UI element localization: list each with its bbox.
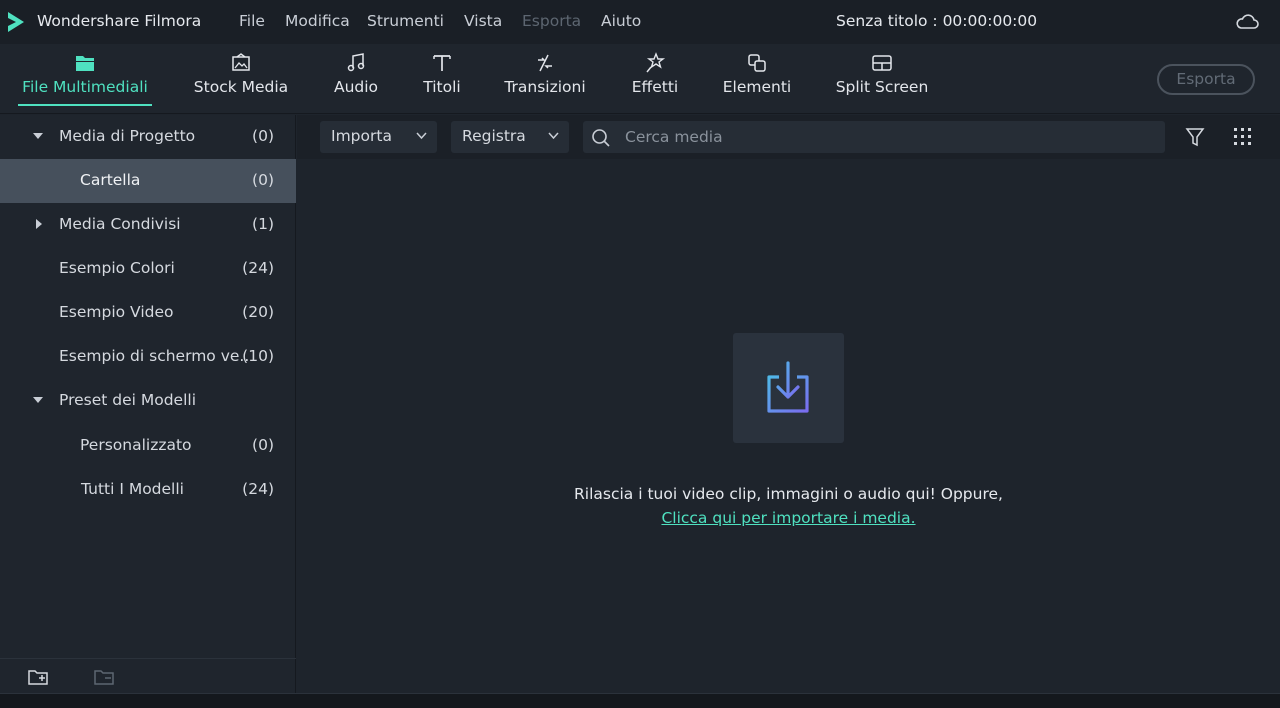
- record-label: Registra: [462, 127, 526, 145]
- sidebar-item-cartella[interactable]: Cartella (0): [0, 159, 296, 203]
- new-folder-icon[interactable]: [27, 667, 49, 687]
- sidebar-item-esempio-video[interactable]: Esempio Video (20): [0, 291, 296, 335]
- sidebar-item-esempio-colori[interactable]: Esempio Colori (24): [0, 247, 296, 291]
- text-icon: [433, 55, 451, 71]
- tab-label: File Multimediali: [22, 78, 148, 96]
- folder-icon: [76, 56, 94, 71]
- tab-label: Split Screen: [835, 78, 929, 96]
- sidebar-item-label: Esempio Video: [59, 303, 174, 321]
- sidebar-item-count: (20): [242, 303, 274, 321]
- menu-file[interactable]: File: [239, 12, 265, 30]
- import-label: Importa: [331, 127, 392, 145]
- sidebar-item-label: Preset dei Modelli: [59, 391, 197, 409]
- app-name: Wondershare Filmora: [37, 12, 202, 30]
- empty-state-message: Rilascia i tuoi video clip, immagini o a…: [574, 485, 1003, 503]
- import-dropdown[interactable]: Importa: [320, 121, 437, 153]
- sidebar-item-count: (0): [252, 436, 274, 454]
- music-note-icon: [347, 53, 365, 72]
- elements-icon: [748, 54, 766, 72]
- filter-icon[interactable]: [1185, 126, 1205, 148]
- transition-icon: [538, 54, 552, 72]
- tab-label: Effetti: [631, 78, 679, 96]
- bottom-divider: [0, 693, 1280, 708]
- sidebar-item-media-condivisi[interactable]: Media Condivisi (1): [0, 203, 296, 247]
- sidebar-item-label: Media di Progetto: [59, 127, 196, 145]
- sidebar-item-esempio-schermo[interactable]: Esempio di schermo ve.. (10): [0, 335, 296, 379]
- menu-aiuto[interactable]: Aiuto: [601, 12, 641, 30]
- menu-esporta[interactable]: Esporta: [522, 12, 581, 30]
- tab-titoli[interactable]: Titoli: [420, 44, 464, 114]
- search-input[interactable]: [625, 125, 1145, 149]
- tab-split-screen[interactable]: Split Screen: [834, 44, 930, 114]
- sidebar-item-count: (10): [242, 347, 274, 365]
- chevron-down-icon: [548, 132, 559, 140]
- tab-transizioni[interactable]: Transizioni: [503, 44, 587, 114]
- sidebar-item-tutti-i-modelli[interactable]: Tutti I Modelli (24): [0, 468, 296, 512]
- tab-label: Transizioni: [504, 78, 586, 96]
- sidebar-item-media-di-progetto[interactable]: Media di Progetto (0): [0, 115, 296, 159]
- filmora-logo-icon: [8, 12, 24, 32]
- menu-strumenti[interactable]: Strumenti: [367, 12, 444, 30]
- search-icon: [592, 129, 610, 147]
- delete-folder-icon[interactable]: [93, 667, 115, 687]
- menu-vista[interactable]: Vista: [464, 12, 502, 30]
- project-title: Senza titolo : 00:00:00:00: [836, 12, 1038, 30]
- sidebar-item-count: (24): [242, 259, 274, 277]
- sidebar-item-label: Esempio di schermo ve..: [59, 347, 250, 365]
- search-box: [583, 121, 1165, 153]
- sidebar-item-count: (24): [242, 480, 274, 498]
- chevron-down-icon: [416, 132, 427, 140]
- import-drop-tile[interactable]: [733, 333, 844, 443]
- sidebar-item-preset-dei-modelli[interactable]: Preset dei Modelli: [0, 379, 296, 423]
- magic-wand-icon: [646, 52, 666, 73]
- tab-label: Elementi: [722, 78, 792, 96]
- sidebar-item-label: Tutti I Modelli: [81, 480, 184, 498]
- tab-label: Audio: [333, 78, 379, 96]
- sidebar-item-label: Media Condivisi: [59, 215, 181, 233]
- tab-audio[interactable]: Audio: [331, 44, 381, 114]
- sidebar-item-label: Cartella: [80, 171, 141, 189]
- media-library-sidebar: Media di Progetto (0) Cartella (0) Media…: [0, 115, 296, 693]
- sidebar-item-label: Esempio Colori: [59, 259, 175, 277]
- sidebar-item-personalizzato[interactable]: Personalizzato (0): [0, 424, 296, 468]
- tab-label: Stock Media: [193, 78, 289, 96]
- tab-elementi[interactable]: Elementi: [721, 44, 793, 114]
- tab-label: Titoli: [423, 78, 461, 96]
- record-dropdown[interactable]: Registra: [451, 121, 569, 153]
- sidebar-footer: [0, 658, 296, 693]
- menu-modifica[interactable]: Modifica: [285, 12, 350, 30]
- caret-down-icon[interactable]: [33, 395, 43, 405]
- split-screen-icon: [872, 55, 892, 71]
- active-tab-indicator: [18, 104, 152, 106]
- sidebar-item-count: (1): [252, 215, 274, 233]
- sidebar-item-label: Personalizzato: [80, 436, 192, 454]
- caret-down-icon[interactable]: [33, 131, 43, 141]
- cloud-icon[interactable]: [1234, 11, 1260, 33]
- import-media-link[interactable]: Clicca qui per importare i media.: [297, 509, 1280, 527]
- grid-view-icon[interactable]: [1234, 128, 1252, 146]
- caret-right-icon[interactable]: [34, 219, 44, 229]
- sidebar-item-count: (0): [252, 127, 274, 145]
- tab-file-multimediali[interactable]: File Multimediali: [18, 44, 152, 114]
- tab-stock-media[interactable]: Stock Media: [192, 44, 290, 114]
- sidebar-item-count: (0): [252, 171, 274, 189]
- media-drop-area[interactable]: Rilascia i tuoi video clip, immagini o a…: [297, 159, 1280, 693]
- title-bar: Wondershare Filmora File Modifica Strume…: [0, 0, 1280, 44]
- tab-effetti[interactable]: Effetti: [627, 44, 683, 114]
- import-icon: [767, 361, 809, 413]
- media-toolbar: Importa Registra: [297, 115, 1280, 159]
- main-toolbar: File Multimediali Stock Media Audio Tito…: [0, 44, 1280, 114]
- stock-media-icon: [232, 53, 250, 71]
- export-button[interactable]: Esporta: [1157, 64, 1255, 95]
